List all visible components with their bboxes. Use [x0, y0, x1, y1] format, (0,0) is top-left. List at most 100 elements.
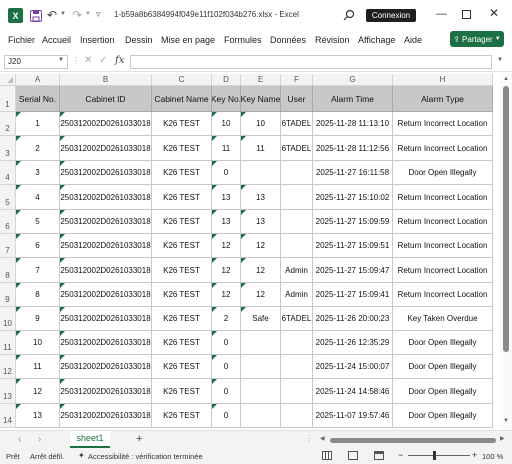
expand-formula-icon[interactable]: ▼ — [497, 57, 503, 63]
status-accessibility[interactable]: Accessibilité : vérification terminée — [88, 452, 203, 461]
table-cell[interactable]: Admin — [281, 283, 313, 307]
table-cell[interactable]: 250312002D0261033018 — [60, 379, 152, 404]
table-cell[interactable] — [281, 161, 313, 185]
name-box-dropdown-icon[interactable]: ▼ — [58, 57, 64, 63]
table-cell[interactable] — [241, 355, 281, 379]
table-cell[interactable]: Door Open Illegally — [393, 331, 493, 355]
column-header-c[interactable]: C — [152, 74, 212, 86]
header-cell[interactable]: Key Name — [241, 86, 281, 112]
scroll-left-icon[interactable]: ◀ — [320, 435, 325, 442]
table-cell[interactable]: 9 — [16, 307, 60, 331]
table-cell[interactable]: K26 TEST — [152, 234, 212, 258]
table-cell[interactable]: 4 — [16, 185, 60, 210]
table-cell[interactable]: 10 — [16, 331, 60, 355]
table-cell[interactable]: Return Incorrect Location — [393, 136, 493, 161]
table-cell[interactable] — [241, 161, 281, 185]
table-cell[interactable]: 0 — [212, 355, 241, 379]
menu-fichier[interactable]: Fichier — [8, 35, 35, 45]
previous-sheet-icon[interactable]: ‹ — [18, 434, 21, 445]
sheet-tab-sheet1[interactable]: sheet1 — [70, 431, 110, 448]
table-cell[interactable]: 6TADEL — [281, 136, 313, 161]
table-cell[interactable]: 250312002D0261033018 — [60, 234, 152, 258]
row-header[interactable]: 6 — [0, 210, 16, 234]
table-cell[interactable] — [281, 404, 313, 428]
add-sheet-icon[interactable]: + — [136, 433, 142, 445]
table-cell[interactable]: K26 TEST — [152, 283, 212, 307]
row-header[interactable]: 11 — [0, 331, 16, 355]
login-button[interactable]: Connexion — [366, 9, 416, 22]
row-header[interactable]: 12 — [0, 355, 16, 379]
table-cell[interactable]: K26 TEST — [152, 112, 212, 136]
table-cell[interactable]: 2025-11-27 15:09:59 — [313, 210, 393, 234]
horizontal-scroll-thumb[interactable] — [330, 438, 496, 443]
table-cell[interactable]: K26 TEST — [152, 185, 212, 210]
table-cell[interactable]: Return Incorrect Location — [393, 210, 493, 234]
table-cell[interactable]: 2025-11-26 20:00:23 — [313, 307, 393, 331]
table-cell[interactable]: 2025-11-26 12:35:29 — [313, 331, 393, 355]
table-cell[interactable]: Safe — [241, 307, 281, 331]
table-cell[interactable]: 250312002D0261033018 — [60, 331, 152, 355]
header-cell[interactable]: Alarm Type — [393, 86, 493, 112]
table-cell[interactable]: 2025-11-27 15:09:51 — [313, 234, 393, 258]
row-header[interactable]: 10 — [0, 307, 16, 331]
table-cell[interactable]: 12 — [212, 234, 241, 258]
table-cell[interactable]: 2025-11-24 15:00:07 — [313, 355, 393, 379]
table-cell[interactable]: K26 TEST — [152, 379, 212, 404]
table-cell[interactable]: 2025-11-27 15:09:41 — [313, 283, 393, 307]
menu-affichage[interactable]: Affichage — [358, 35, 395, 45]
table-cell[interactable]: 7 — [16, 258, 60, 283]
table-cell[interactable]: 2025-11-28 11:12:56 — [313, 136, 393, 161]
column-header-b[interactable]: B — [60, 74, 152, 86]
page-layout-view-icon[interactable] — [348, 451, 358, 460]
table-cell[interactable]: 250312002D0261033018 — [60, 185, 152, 210]
table-cell[interactable]: 11 — [16, 355, 60, 379]
tab-splitter-icon[interactable]: ⋮ — [305, 434, 313, 443]
scroll-down-icon[interactable]: ▼ — [503, 418, 509, 424]
table-cell[interactable]: 12 — [212, 258, 241, 283]
header-cell[interactable]: Cabinet Name — [152, 86, 212, 112]
table-cell[interactable]: 6TADEL — [281, 112, 313, 136]
table-cell[interactable] — [281, 210, 313, 234]
table-cell[interactable]: 2025-11-27 15:09:47 — [313, 258, 393, 283]
table-cell[interactable]: 12 — [241, 258, 281, 283]
row-header[interactable]: 5 — [0, 185, 16, 210]
column-header-g[interactable]: G — [313, 74, 393, 86]
zoom-slider-knob[interactable] — [433, 451, 436, 460]
table-cell[interactable]: Return Incorrect Location — [393, 112, 493, 136]
table-cell[interactable] — [281, 331, 313, 355]
table-cell[interactable]: 13 — [241, 210, 281, 234]
row-header[interactable]: 4 — [0, 161, 16, 185]
table-cell[interactable]: Door Open Illegally — [393, 355, 493, 379]
table-cell[interactable]: 250312002D0261033018 — [60, 210, 152, 234]
table-cell[interactable]: 0 — [212, 161, 241, 185]
table-cell[interactable]: 13 — [212, 210, 241, 234]
table-cell[interactable]: 0 — [212, 404, 241, 428]
vertical-scrollbar[interactable]: ▲ ▼ — [500, 74, 512, 430]
minimize-icon[interactable]: — — [436, 8, 447, 20]
table-cell[interactable]: K26 TEST — [152, 355, 212, 379]
table-cell[interactable]: 250312002D0261033018 — [60, 355, 152, 379]
table-cell[interactable]: Return Incorrect Location — [393, 283, 493, 307]
table-cell[interactable]: K26 TEST — [152, 210, 212, 234]
redo-icon[interactable]: ↷ — [72, 8, 82, 22]
table-cell[interactable]: 6 — [16, 234, 60, 258]
menu-mise-en-page[interactable]: Mise en page — [161, 35, 215, 45]
table-cell[interactable]: 250312002D0261033018 — [60, 161, 152, 185]
menu-revision[interactable]: Révision — [315, 35, 350, 45]
menu-accueil[interactable]: Accueil — [42, 35, 71, 45]
table-cell[interactable]: 11 — [241, 136, 281, 161]
table-cell[interactable]: 13 — [241, 185, 281, 210]
scroll-right-icon[interactable]: ▶ — [500, 435, 505, 442]
table-cell[interactable]: 250312002D0261033018 — [60, 136, 152, 161]
table-cell[interactable]: 12 — [241, 283, 281, 307]
scroll-up-icon[interactable]: ▲ — [503, 76, 509, 82]
cancel-formula-icon[interactable]: ✕ — [84, 55, 92, 66]
table-cell[interactable]: 250312002D0261033018 — [60, 112, 152, 136]
row-header[interactable]: 1 — [0, 86, 16, 112]
undo-icon[interactable]: ↶ — [47, 8, 57, 22]
table-cell[interactable]: Key Taken Overdue — [393, 307, 493, 331]
table-cell[interactable]: K26 TEST — [152, 331, 212, 355]
header-cell[interactable]: Key No. — [212, 86, 241, 112]
insert-function-icon[interactable]: fx — [115, 55, 124, 66]
row-header[interactable]: 2 — [0, 112, 16, 136]
